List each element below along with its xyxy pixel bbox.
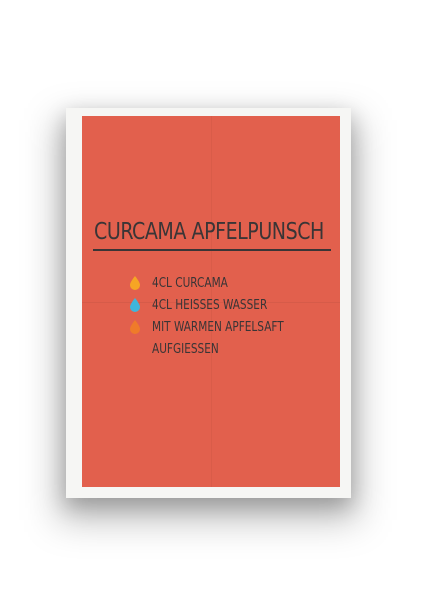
ingredient-text: mit warmen Apfelsaft bbox=[152, 319, 284, 335]
drop-icon bbox=[130, 276, 140, 290]
mockup-stage: CURCAMA APFELPUNSCH 4cl Curcama 4cl heis… bbox=[0, 0, 426, 601]
poster-title: CURCAMA APFELPUNSCH bbox=[94, 219, 324, 245]
ingredient-text: 4cl Curcama bbox=[152, 275, 228, 291]
recipe-poster: CURCAMA APFELPUNSCH 4cl Curcama 4cl heis… bbox=[82, 116, 340, 487]
title-underline bbox=[93, 249, 331, 251]
ingredient-list: 4cl Curcama 4cl heisses Wasser mit warme… bbox=[130, 272, 330, 360]
ingredient-item: mit warmen Apfelsaft bbox=[130, 316, 330, 338]
ingredient-item: 4cl Curcama bbox=[130, 272, 330, 294]
drop-icon bbox=[130, 320, 140, 334]
ingredient-item: 4cl heisses Wasser bbox=[130, 294, 330, 316]
drop-icon bbox=[130, 298, 140, 312]
ingredient-continuation: aufgiessen bbox=[130, 338, 330, 360]
ingredient-text: 4cl heisses Wasser bbox=[152, 297, 268, 313]
ingredient-continuation-text: aufgiessen bbox=[152, 341, 219, 357]
